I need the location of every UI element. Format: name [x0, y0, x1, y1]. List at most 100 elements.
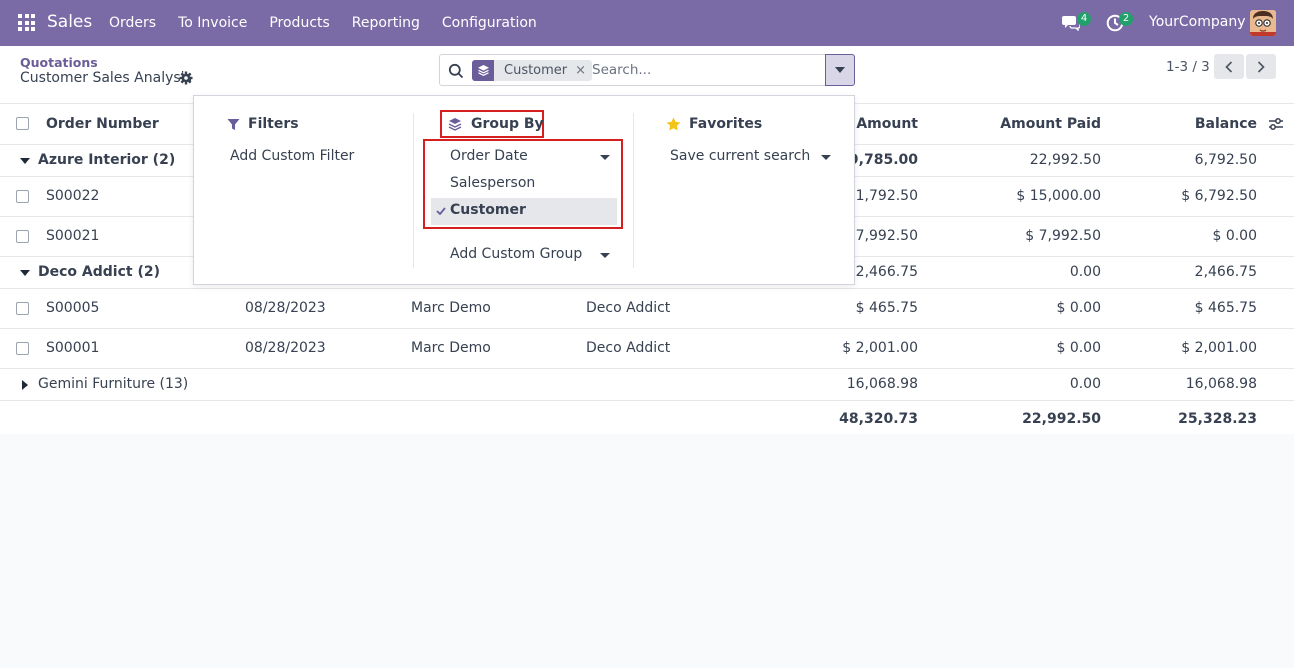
- search-facet-customer: Customer ×: [472, 60, 593, 81]
- save-search-caret-icon[interactable]: [821, 155, 831, 160]
- cell-amount: 21,792.50: [846, 188, 918, 204]
- filters-title-label: Filters: [248, 116, 299, 132]
- add-custom-filter[interactable]: Add Custom Filter: [230, 148, 354, 164]
- main-menu: Orders To Invoice Products Reporting Con…: [98, 0, 548, 46]
- company-switcher[interactable]: YourCompany: [1149, 14, 1246, 30]
- app-name[interactable]: Sales: [47, 12, 92, 32]
- save-current-search[interactable]: Save current search: [670, 148, 810, 164]
- favorites-title-label: Favorites: [689, 116, 763, 132]
- totals-row: 48,320.73 22,992.50 25,328.23: [0, 401, 1294, 437]
- row-checkbox[interactable]: [16, 302, 29, 315]
- cell-order-number: S00022: [46, 188, 100, 204]
- caret-down-icon: [20, 270, 30, 276]
- cell-customer: Deco Addict: [586, 340, 671, 356]
- cell-paid: $ 7,992.50: [1025, 228, 1101, 244]
- table-row[interactable]: S00001 08/28/2023 Marc Demo Deco Addict …: [0, 329, 1294, 369]
- breadcrumb-quotations[interactable]: Quotations: [20, 55, 98, 70]
- row-checkbox[interactable]: [16, 190, 29, 203]
- cell-salesperson: Marc Demo: [411, 300, 491, 316]
- cell-balance: $ 6,792.50: [1181, 188, 1257, 204]
- menu-reporting[interactable]: Reporting: [341, 0, 431, 46]
- group-balance: 2,466.75: [1194, 264, 1257, 280]
- top-navbar: Sales Orders To Invoice Products Reporti…: [0, 0, 1294, 46]
- group-paid: 22,992.50: [1029, 152, 1101, 168]
- apps-grid-icon[interactable]: [18, 14, 35, 31]
- cell-amount: $ 465.75: [855, 300, 918, 316]
- group-by-title: Group By: [448, 116, 544, 132]
- pager-value[interactable]: 1-3 / 3: [1166, 59, 1210, 75]
- group-label: Deco Addict (2): [38, 264, 160, 280]
- chevron-right-icon: [1257, 60, 1265, 73]
- cell-paid: $ 0.00: [1056, 300, 1101, 316]
- select-all-checkbox[interactable]: [16, 117, 29, 130]
- cell-balance: $ 2,001.00: [1181, 340, 1257, 356]
- cell-order-number: S00001: [46, 340, 100, 356]
- checkmark-icon: [436, 207, 446, 215]
- group-label: Gemini Furniture (13): [38, 376, 189, 392]
- menu-products[interactable]: Products: [258, 0, 340, 46]
- cell-order-date: 08/28/2023: [245, 340, 326, 356]
- layers-icon: [448, 118, 462, 131]
- chat-count-badge: 4: [1077, 12, 1091, 26]
- column-divider: [633, 113, 634, 268]
- cell-amount: $ 2,001.00: [842, 340, 918, 356]
- cell-paid: $ 15,000.00: [1016, 188, 1101, 204]
- cell-order-number: S00021: [46, 228, 100, 244]
- group-by-order-date[interactable]: Order Date: [450, 148, 528, 164]
- chevron-left-icon: [1225, 60, 1233, 73]
- pager-next-button[interactable]: [1246, 54, 1276, 79]
- add-custom-group[interactable]: Add Custom Group: [450, 246, 582, 262]
- page-title: Customer Sales Analysis: [20, 70, 192, 86]
- add-custom-group-caret-icon[interactable]: [600, 253, 610, 258]
- group-label: Azure Interior (2): [38, 152, 176, 168]
- search-bar: Customer ×: [439, 54, 826, 86]
- group-paid: 0.00: [1069, 264, 1101, 280]
- search-options-dropdown: Filters Add Custom Filter Group By Order…: [193, 95, 855, 285]
- column-order-number[interactable]: Order Number: [46, 104, 159, 144]
- user-avatar[interactable]: [1250, 10, 1276, 36]
- star-icon: [666, 117, 681, 131]
- layers-icon: [472, 60, 494, 81]
- row-checkbox[interactable]: [16, 342, 29, 355]
- search-input[interactable]: [592, 59, 812, 81]
- group-by-salesperson[interactable]: Salesperson: [450, 175, 535, 191]
- gear-icon[interactable]: [179, 71, 193, 85]
- order-date-caret-icon[interactable]: [600, 155, 610, 160]
- column-amount-paid[interactable]: Amount Paid: [1000, 104, 1101, 144]
- cell-customer: Deco Addict: [586, 300, 671, 316]
- total-paid: 22,992.50: [1022, 411, 1101, 427]
- group-by-customer[interactable]: Customer: [450, 202, 526, 218]
- column-balance[interactable]: Balance: [1195, 104, 1257, 144]
- menu-to-invoice[interactable]: To Invoice: [167, 0, 258, 46]
- search-options-toggle[interactable]: [825, 54, 855, 86]
- filter-icon: [227, 118, 240, 130]
- group-balance: 16,068.98: [1185, 376, 1257, 392]
- search-icon[interactable]: [448, 63, 464, 79]
- cell-order-number: S00005: [46, 300, 100, 316]
- menu-orders[interactable]: Orders: [98, 0, 167, 46]
- cell-balance: $ 0.00: [1212, 228, 1257, 244]
- total-amount: 48,320.73: [839, 411, 918, 427]
- avatar-face-icon: [1250, 10, 1276, 36]
- group-paid: 0.00: [1069, 376, 1101, 392]
- cell-salesperson: Marc Demo: [411, 340, 491, 356]
- optional-columns-icon[interactable]: [1268, 117, 1284, 131]
- pager-previous-button[interactable]: [1214, 54, 1244, 79]
- table-row[interactable]: S00005 08/28/2023 Marc Demo Deco Addict …: [0, 289, 1294, 329]
- total-balance: 25,328.23: [1178, 411, 1257, 427]
- group-row-gemini-furniture[interactable]: Gemini Furniture (13) 16,068.98 0.00 16,…: [0, 369, 1294, 401]
- caret-right-icon: [22, 380, 28, 390]
- cell-paid: $ 0.00: [1056, 340, 1101, 356]
- filters-title: Filters: [227, 116, 299, 132]
- caret-down-icon: [20, 158, 30, 164]
- activity-count-badge: 2: [1119, 12, 1133, 26]
- group-by-title-label: Group By: [471, 116, 544, 132]
- cell-order-date: 08/28/2023: [245, 300, 326, 316]
- group-balance: 6,792.50: [1194, 152, 1257, 168]
- favorites-title: Favorites: [666, 116, 762, 132]
- row-checkbox[interactable]: [16, 230, 29, 243]
- group-amount: 2,466.75: [855, 264, 918, 280]
- column-divider: [413, 113, 414, 268]
- facet-close-icon[interactable]: ×: [575, 63, 592, 78]
- menu-configuration[interactable]: Configuration: [431, 0, 548, 46]
